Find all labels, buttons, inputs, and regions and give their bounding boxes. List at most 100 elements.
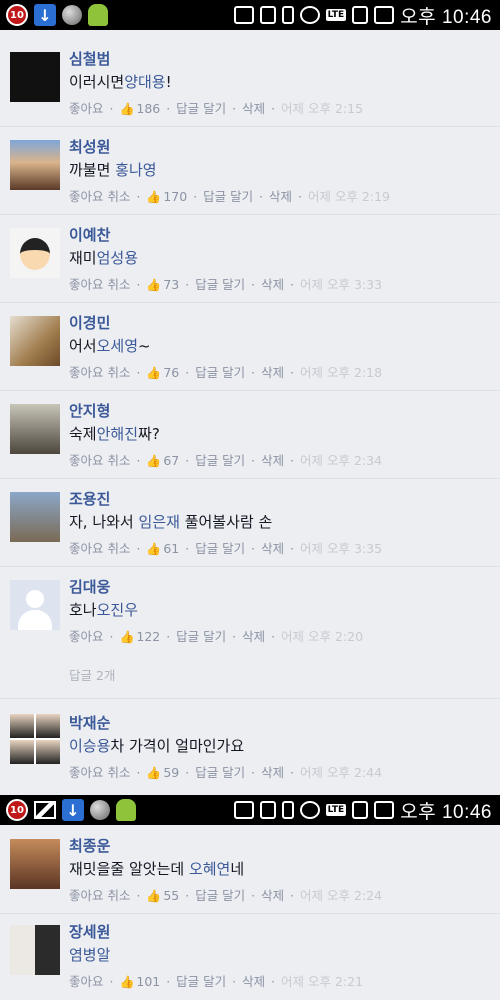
tagged-user[interactable]: 임은재 bbox=[139, 513, 180, 531]
commenter-name[interactable]: 이예찬 bbox=[69, 224, 110, 245]
comment-time: 어제 오후 2:18 bbox=[300, 365, 383, 380]
reply-button[interactable]: 답글 달기 bbox=[195, 765, 245, 780]
avatar[interactable] bbox=[10, 580, 60, 630]
like-count[interactable]: 170 bbox=[163, 189, 187, 204]
delete-button[interactable]: 삭제 bbox=[261, 365, 284, 380]
divider bbox=[0, 302, 500, 303]
thumbs-up-icon: 👍 bbox=[146, 889, 162, 903]
divider bbox=[0, 126, 500, 127]
reply-button[interactable]: 답글 달기 bbox=[195, 541, 245, 556]
thumbs-up-icon: 👍 bbox=[146, 190, 162, 204]
like-button[interactable]: 좋아요 취소 bbox=[69, 277, 130, 292]
like-count[interactable]: 55 bbox=[163, 888, 179, 903]
tagged-user[interactable]: 이승용 bbox=[69, 737, 110, 755]
comment-time: 어제 오후 2:21 bbox=[281, 974, 364, 989]
commenter-name[interactable]: 김대웅 bbox=[69, 576, 110, 597]
avatar[interactable] bbox=[10, 839, 60, 889]
like-count[interactable]: 76 bbox=[163, 365, 179, 380]
comment-meta: 좋아요 취소 · 👍 67 · 답글 달기 · 삭제 · 어제 오후 2:34 bbox=[69, 453, 383, 468]
reply-button[interactable]: 답글 달기 bbox=[195, 453, 245, 468]
delete-button[interactable]: 삭제 bbox=[242, 974, 265, 989]
cartoon-face-icon bbox=[20, 238, 50, 270]
tagged-user[interactable]: 오진우 bbox=[97, 601, 138, 619]
like-count[interactable]: 73 bbox=[163, 277, 179, 292]
thumbs-up-icon: 👍 bbox=[119, 975, 135, 989]
delete-button[interactable]: 삭제 bbox=[261, 541, 284, 556]
avatar[interactable] bbox=[10, 52, 60, 102]
like-count[interactable]: 186 bbox=[136, 101, 160, 116]
avatar[interactable] bbox=[10, 316, 60, 366]
avatar[interactable] bbox=[10, 925, 60, 975]
commenter-name[interactable]: 최종운 bbox=[69, 835, 110, 856]
like-button[interactable]: 좋아요 취소 bbox=[69, 765, 130, 780]
reply-button[interactable]: 답글 달기 bbox=[195, 365, 245, 380]
like-button[interactable]: 좋아요 bbox=[69, 101, 104, 116]
reply-button[interactable]: 답글 달기 bbox=[195, 888, 245, 903]
clock: 오후 10:46 bbox=[400, 6, 492, 28]
like-button[interactable]: 좋아요 bbox=[69, 974, 104, 989]
comment-text: 이러시면양대용! bbox=[69, 73, 172, 91]
avatar[interactable] bbox=[10, 404, 60, 454]
view-replies-link[interactable]: 답글 2개 bbox=[69, 665, 115, 684]
commenter-name[interactable]: 심철범 bbox=[69, 48, 110, 69]
delete-button[interactable]: 삭제 bbox=[242, 101, 265, 116]
comment-text: 호나오진우 bbox=[69, 601, 139, 619]
thumbs-up-icon: 👍 bbox=[146, 366, 162, 380]
reply-button[interactable]: 답글 달기 bbox=[176, 101, 226, 116]
delete-button[interactable]: 삭제 bbox=[242, 629, 265, 644]
reply-button[interactable]: 답글 달기 bbox=[176, 629, 226, 644]
comment-text: 재미엄성용 bbox=[69, 249, 139, 267]
delete-button[interactable]: 삭제 bbox=[261, 453, 284, 468]
delete-button[interactable]: 삭제 bbox=[261, 277, 284, 292]
comment-text: 재밋을줄 알앗는데 오혜연네 bbox=[69, 860, 245, 878]
commenter-name[interactable]: 조용진 bbox=[69, 488, 110, 509]
commenter-name[interactable]: 이경민 bbox=[69, 312, 110, 333]
avatar[interactable] bbox=[10, 140, 60, 190]
chart-icon bbox=[374, 6, 395, 24]
reply-button[interactable]: 답글 달기 bbox=[176, 974, 226, 989]
tagged-user[interactable]: 염병알 bbox=[69, 946, 110, 964]
comment-text: 이승용차 가격이 얼마인가요 bbox=[69, 737, 245, 755]
alarm-icon bbox=[299, 801, 320, 819]
like-button[interactable]: 좋아요 취소 bbox=[69, 453, 130, 468]
avatar[interactable] bbox=[10, 492, 60, 542]
thumbs-up-icon: 👍 bbox=[146, 766, 162, 780]
tagged-user[interactable]: 홍나영 bbox=[115, 161, 156, 179]
reply-button[interactable]: 답글 달기 bbox=[203, 189, 253, 204]
divider bbox=[0, 566, 500, 567]
tagged-user[interactable]: 안해진 bbox=[97, 425, 138, 443]
like-button[interactable]: 좋아요 취소 bbox=[69, 541, 130, 556]
like-count[interactable]: 61 bbox=[163, 541, 179, 556]
like-count[interactable]: 122 bbox=[136, 629, 160, 644]
delete-button[interactable]: 삭제 bbox=[269, 189, 292, 204]
commenter-name[interactable]: 박재순 bbox=[69, 712, 110, 733]
tagged-user[interactable]: 양대용 bbox=[124, 73, 165, 91]
lte-icon: LTE bbox=[325, 804, 347, 816]
signal-icon bbox=[352, 801, 369, 819]
like-count[interactable]: 67 bbox=[163, 453, 179, 468]
like-button[interactable]: 좋아요 bbox=[69, 629, 104, 644]
comment-time: 어제 오후 2:44 bbox=[300, 765, 383, 780]
reply-button[interactable]: 답글 달기 bbox=[195, 277, 245, 292]
commenter-name[interactable]: 안지형 bbox=[69, 400, 110, 421]
comment-time: 어제 오후 2:15 bbox=[281, 101, 364, 116]
tagged-user[interactable]: 오혜연 bbox=[189, 860, 230, 878]
thumbs-up-icon: 👍 bbox=[119, 630, 135, 644]
tagged-user[interactable]: 오세영 bbox=[97, 337, 138, 355]
like-count[interactable]: 101 bbox=[136, 974, 160, 989]
like-button[interactable]: 좋아요 취소 bbox=[69, 888, 130, 903]
tagged-user[interactable]: 엄성용 bbox=[97, 249, 138, 267]
delete-button[interactable]: 삭제 bbox=[261, 765, 284, 780]
like-count[interactable]: 59 bbox=[163, 765, 179, 780]
chart-icon bbox=[374, 801, 395, 819]
delete-button[interactable]: 삭제 bbox=[261, 888, 284, 903]
like-button[interactable]: 좋아요 취소 bbox=[69, 189, 130, 204]
commenter-name[interactable]: 장세원 bbox=[69, 921, 110, 942]
notification-count-badge: 10 bbox=[6, 4, 28, 26]
comment-meta: 좋아요 · 👍 101 · 답글 달기 · 삭제 · 어제 오후 2:21 bbox=[69, 974, 364, 989]
avatar[interactable] bbox=[10, 714, 60, 764]
avatar[interactable] bbox=[10, 228, 60, 278]
commenter-name[interactable]: 최성원 bbox=[69, 136, 110, 157]
like-button[interactable]: 좋아요 취소 bbox=[69, 365, 130, 380]
comment-time: 어제 오후 3:33 bbox=[300, 277, 383, 292]
